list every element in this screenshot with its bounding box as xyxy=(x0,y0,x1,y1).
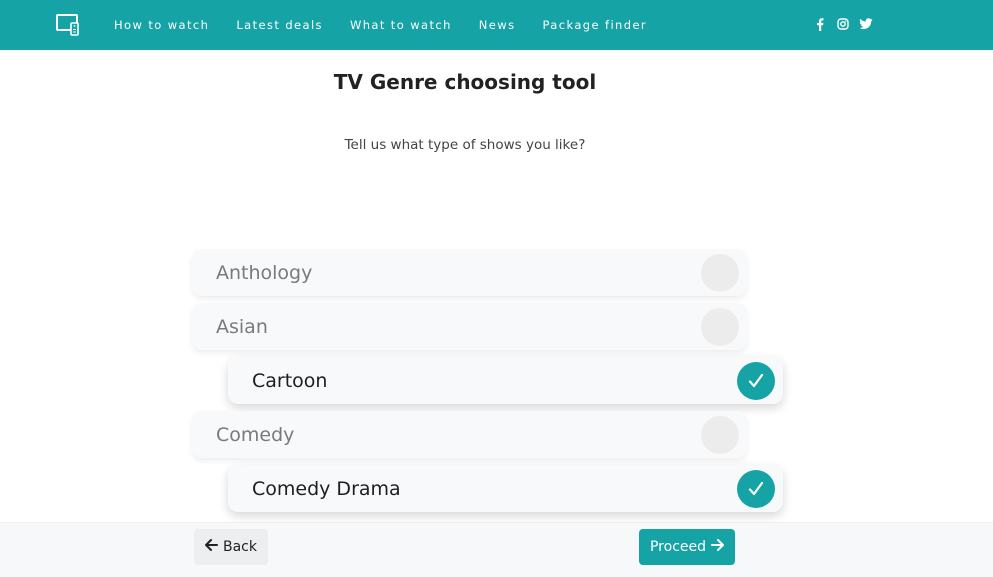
top-navbar: How to watch Latest deals What to watch … xyxy=(0,0,993,50)
nav-latest-deals[interactable]: Latest deals xyxy=(236,18,323,32)
page-subtitle: Tell us what type of shows you like? xyxy=(344,137,586,153)
genre-option-cartoon[interactable]: Cartoon xyxy=(228,357,783,404)
arrow-right-icon xyxy=(711,539,725,555)
back-button[interactable]: Back xyxy=(194,529,268,565)
genre-label: Anthology xyxy=(216,261,313,284)
unchecked-circle-icon[interactable] xyxy=(701,254,739,292)
genre-label: Asian xyxy=(216,315,268,338)
unchecked-circle-icon[interactable] xyxy=(701,308,739,346)
arrow-left-icon xyxy=(205,539,218,555)
footer-bar xyxy=(0,522,993,577)
nav-news[interactable]: News xyxy=(479,18,516,32)
genre-label: Comedy Drama xyxy=(252,477,401,500)
nav-how-to-watch[interactable]: How to watch xyxy=(114,18,209,32)
genre-option-comedy-drama[interactable]: Comedy Drama xyxy=(228,465,783,512)
tv-remote-icon[interactable] xyxy=(56,14,80,36)
unchecked-circle-icon[interactable] xyxy=(701,416,739,454)
checkmark-icon[interactable] xyxy=(737,362,775,400)
twitter-icon[interactable] xyxy=(859,16,873,32)
genre-option-comedy[interactable]: Comedy xyxy=(192,411,747,458)
facebook-icon[interactable] xyxy=(813,16,827,32)
social-links xyxy=(813,16,873,32)
proceed-button[interactable]: Proceed xyxy=(639,529,735,565)
page-title: TV Genre choosing tool xyxy=(333,70,597,94)
genre-label: Cartoon xyxy=(252,369,328,392)
nav-what-to-watch[interactable]: What to watch xyxy=(350,18,452,32)
genre-option-asian[interactable]: Asian xyxy=(192,303,747,350)
checkmark-icon[interactable] xyxy=(737,470,775,508)
genre-label: Comedy xyxy=(216,423,295,446)
nav-package-finder[interactable]: Package finder xyxy=(542,18,647,32)
back-label: Back xyxy=(223,539,257,555)
instagram-icon[interactable] xyxy=(836,16,850,32)
genre-option-anthology[interactable]: Anthology xyxy=(192,249,747,296)
proceed-label: Proceed xyxy=(649,539,707,555)
main-nav: How to watch Latest deals What to watch … xyxy=(114,0,674,50)
